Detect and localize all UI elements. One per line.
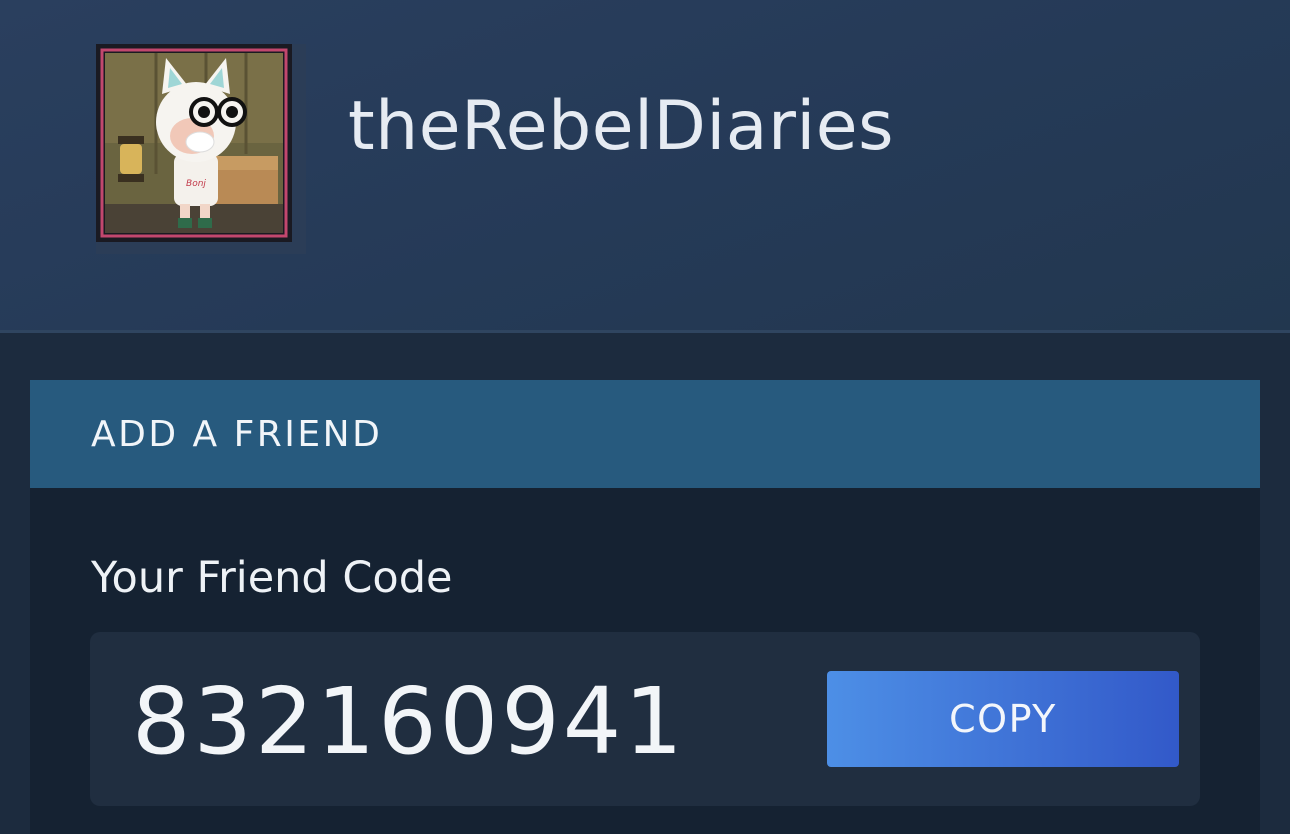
friend-code-box: 832160941 COPY — [90, 632, 1200, 806]
add-friend-title: ADD A FRIEND — [91, 414, 383, 455]
username: theRebelDiaries — [348, 87, 895, 166]
copy-button[interactable]: COPY — [827, 671, 1179, 767]
avatar-image: Bonj — [96, 44, 292, 242]
add-friend-header: ADD A FRIEND — [30, 380, 1260, 488]
avatar[interactable]: Bonj — [96, 44, 306, 254]
friend-code-label: Your Friend Code — [91, 553, 453, 603]
profile-header: Bonj theRebelDiaries — [0, 0, 1290, 330]
friend-code-value[interactable]: 832160941 — [132, 670, 686, 774]
add-friend-panel: ADD A FRIEND Your Friend Code 832160941 … — [30, 380, 1260, 834]
svg-text:Bonj: Bonj — [186, 179, 206, 189]
